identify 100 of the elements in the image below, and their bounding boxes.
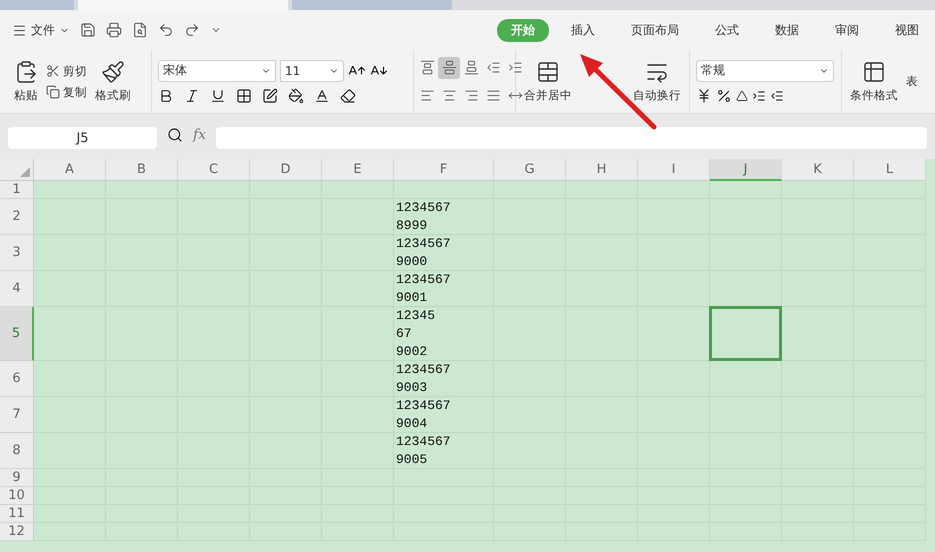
name-box[interactable]: J5 <box>8 127 157 149</box>
sheet-cell[interactable] <box>394 181 494 199</box>
fill-color-icon[interactable] <box>288 88 304 104</box>
table-icon[interactable] <box>862 60 886 84</box>
undo-icon[interactable] <box>158 22 174 38</box>
sheet-cell[interactable] <box>638 271 710 307</box>
column-header[interactable]: L <box>854 159 926 181</box>
row-header[interactable]: 6 <box>0 361 34 397</box>
scissors-icon[interactable] <box>46 64 60 78</box>
column-header[interactable]: E <box>322 159 394 181</box>
sheet-cell[interactable] <box>710 181 782 199</box>
menu-icon[interactable] <box>12 22 27 38</box>
sheet-cell[interactable] <box>494 181 566 199</box>
select-all-icon[interactable] <box>20 167 30 177</box>
eraser-icon[interactable] <box>340 88 356 104</box>
sheet-cell[interactable] <box>322 181 394 199</box>
align-icon[interactable] <box>420 60 434 75</box>
formula-field[interactable] <box>216 127 927 149</box>
row-header[interactable]: 9 <box>0 469 34 487</box>
sheet-cell[interactable] <box>782 271 854 307</box>
sheet-cell[interactable]: 1234567 9004 <box>394 397 494 433</box>
row-header[interactable]: 1 <box>0 181 34 199</box>
sheet-cell[interactable] <box>34 523 106 541</box>
sheet-cell[interactable]: 1234567 9005 <box>394 433 494 469</box>
font-size-field[interactable]: 11 <box>280 60 344 82</box>
sheet-cell[interactable] <box>178 181 250 199</box>
sheet-cell[interactable] <box>782 181 854 199</box>
function-label[interactable]: fx <box>193 127 206 143</box>
ribbon-tab[interactable]: 页面布局 <box>617 18 693 42</box>
sheet-cell[interactable]: 1234567 9003 <box>394 361 494 397</box>
align-button[interactable] <box>438 56 460 78</box>
sheet-cell[interactable] <box>782 361 854 397</box>
font-color-icon[interactable] <box>314 88 330 104</box>
column-header[interactable]: J <box>710 159 782 181</box>
align-icon[interactable] <box>486 60 500 75</box>
sheet-cell[interactable]: 1234567 8999 <box>394 199 494 235</box>
document-tab[interactable] <box>78 0 288 10</box>
row-header[interactable]: 5 <box>0 307 34 361</box>
document-tab[interactable] <box>0 0 74 10</box>
file-menu[interactable]: 文件 <box>12 22 70 38</box>
merge-cells-icon[interactable] <box>536 60 560 84</box>
printer-icon[interactable] <box>106 22 122 38</box>
column-header[interactable]: G <box>494 159 566 181</box>
percent-icon[interactable] <box>716 88 732 104</box>
paste-button[interactable]: 粘贴 <box>12 60 40 103</box>
sheet-cell[interactable] <box>106 181 178 199</box>
save-icon[interactable] <box>80 22 96 38</box>
font-name-field[interactable]: 宋体 <box>158 60 276 82</box>
sheet-cell[interactable] <box>710 361 782 397</box>
sheet-cell[interactable]: 12345 67 9002 <box>394 307 494 361</box>
sheet-cell[interactable] <box>34 469 106 487</box>
copy-icon[interactable] <box>46 85 60 99</box>
redo-icon[interactable] <box>184 22 200 38</box>
align-icon[interactable] <box>508 60 522 75</box>
sheet-cell[interactable] <box>34 487 106 505</box>
sheet-cell[interactable] <box>34 433 106 469</box>
borders-icon[interactable] <box>236 88 252 104</box>
row-header[interactable]: 3 <box>0 235 34 271</box>
column-header[interactable]: F <box>394 159 494 181</box>
sheet-cell[interactable] <box>782 307 854 361</box>
ribbon-tab[interactable]: 审阅 <box>821 18 873 42</box>
cut-button[interactable]: 剪切 <box>46 64 87 78</box>
column-header[interactable]: A <box>34 159 106 181</box>
row-header[interactable]: 12 <box>0 523 34 541</box>
column-header[interactable]: B <box>106 159 178 181</box>
document-tab[interactable] <box>292 0 452 10</box>
print-preview-icon[interactable] <box>132 22 148 38</box>
sheet-cell[interactable] <box>34 235 106 271</box>
column-header[interactable]: H <box>566 159 638 181</box>
sheet-cell[interactable]: 1234567 9001 <box>394 271 494 307</box>
format-painter-button[interactable]: 格式刷 <box>93 60 133 103</box>
align-icon[interactable] <box>442 88 456 103</box>
align-icon[interactable] <box>464 88 478 103</box>
table-style-button[interactable]: 表 <box>906 74 918 89</box>
sheet-cell[interactable] <box>250 181 322 199</box>
column-header[interactable]: D <box>250 159 322 181</box>
row-header[interactable]: 10 <box>0 487 34 505</box>
sheet-cell[interactable] <box>34 181 106 199</box>
ribbon-tab[interactable]: 数据 <box>761 18 813 42</box>
ribbon-tab[interactable]: 插入 <box>557 18 609 42</box>
sheet-cell[interactable] <box>638 361 710 397</box>
column-header[interactable]: K <box>782 159 854 181</box>
sheet-cell[interactable] <box>638 181 710 199</box>
align-icon[interactable] <box>486 88 500 103</box>
column-header[interactable]: C <box>178 159 250 181</box>
underline-icon[interactable] <box>210 88 226 104</box>
wrap-text-button[interactable]: 自动换行 <box>631 60 683 103</box>
ribbon-tab[interactable]: 视图 <box>881 18 933 42</box>
column-header[interactable]: I <box>638 159 710 181</box>
number-format-field[interactable]: 常规 <box>696 60 834 82</box>
sheet-cell[interactable] <box>34 199 106 235</box>
merge-center-button[interactable]: 合并居中 <box>522 60 574 103</box>
italic-icon[interactable] <box>184 88 200 104</box>
sheet-cell[interactable] <box>854 181 926 199</box>
align-icon[interactable] <box>464 60 478 75</box>
sheet-cell[interactable] <box>34 505 106 523</box>
cell-style-icon[interactable] <box>262 88 278 104</box>
paintbrush-icon[interactable] <box>101 60 125 84</box>
sheet-cell[interactable] <box>34 397 106 433</box>
search-icon[interactable] <box>167 127 183 143</box>
